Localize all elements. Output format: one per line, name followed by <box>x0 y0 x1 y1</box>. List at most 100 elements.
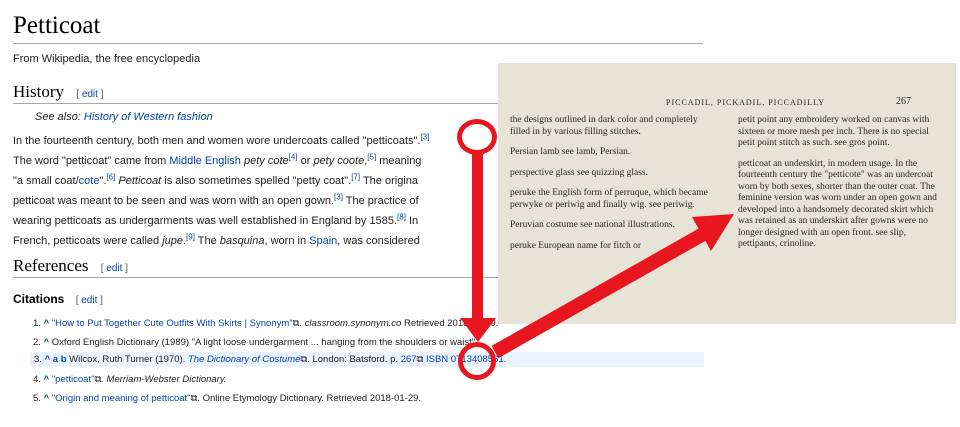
text: . London: Batsford. p. <box>307 354 401 365</box>
text: "a small coat/ <box>13 175 79 187</box>
book-text: petticoat an underskirt, in modern usage… <box>738 158 937 250</box>
cote-link[interactable]: cote <box>79 175 100 187</box>
text: wearing petticoats as undergarments was … <box>13 215 398 227</box>
citation-link[interactable]: The Dictionary of Costume <box>188 354 300 365</box>
references-heading: References [ edit ] <box>13 256 128 276</box>
book-text: peruke European name for fitch or <box>510 240 642 251</box>
text: pety cote <box>240 155 289 167</box>
text: 1. <box>33 318 41 329</box>
external-link-icon: ⧉ <box>416 354 424 365</box>
citation-link[interactable]: "petticoat" <box>52 374 95 385</box>
text: The word "petticoat" came from <box>13 155 170 167</box>
see-also-prefix: See also: <box>35 111 84 123</box>
history-line-1: In the fourteenth century, both men and … <box>13 131 429 151</box>
backlink[interactable]: ^ <box>44 318 50 329</box>
text: 2. <box>33 337 41 348</box>
history-edit: [ edit ] <box>76 89 104 100</box>
book-left-column: the designs outlined in dark color and c… <box>510 115 716 261</box>
book-text: Peruvian costume see national illustrati… <box>510 220 675 230</box>
text: meaning <box>376 155 422 167</box>
text: 4. <box>33 374 41 385</box>
book-text: Persian lamb see lamb, Persian. <box>510 147 631 157</box>
arrow-down-shaft <box>472 153 483 323</box>
cite-ref-4[interactable]: [4] <box>289 152 298 161</box>
history-line-3: "a small coat/cote".[6] Petticoat is als… <box>13 171 418 191</box>
cite-ref-8[interactable]: [8] <box>397 212 406 221</box>
citations-edit: [ edit ] <box>75 295 103 306</box>
book-text: the designs outlined in dark color and c… <box>510 115 698 137</box>
text: is also sometimes spelled "petty coat". <box>161 175 352 187</box>
text: jupe <box>162 235 183 247</box>
text: The practice of <box>342 195 419 207</box>
history-edit-link[interactable]: edit <box>82 89 98 100</box>
cite-ref-7[interactable]: [7] <box>351 172 360 181</box>
text: French, petticoats were called <box>13 235 163 247</box>
cite-ref-9[interactable]: [9] <box>186 232 195 241</box>
text: basquina <box>219 235 265 247</box>
text: or <box>297 155 314 167</box>
backlink[interactable]: ^ <box>44 393 50 404</box>
book-running-header: PICCADIL, PICKADIL, PICCADILLY <box>666 98 825 107</box>
text: 5. <box>33 393 41 404</box>
history-line-4: petticoat was meant to be seen and was w… <box>13 191 419 211</box>
text: In the fourteenth century, both men and … <box>13 135 421 147</box>
text: The <box>194 235 220 247</box>
text: In <box>405 215 419 227</box>
citations-edit-link[interactable]: edit <box>81 295 97 306</box>
text: pety coote <box>313 155 365 167</box>
text: petticoat was meant to be seen and was w… <box>13 195 335 207</box>
backlinks[interactable]: ^ a b <box>45 354 67 365</box>
citation-link[interactable]: "How to Put Together Cute Outfits With S… <box>52 318 293 329</box>
highlight-circle-page <box>458 342 496 380</box>
history-heading-text: History <box>13 82 64 101</box>
text: , worn in <box>264 235 310 247</box>
book-page-photo: PICCADIL, PICKADIL, PICCADILLY 267 the d… <box>498 63 956 324</box>
text: . <box>503 354 507 365</box>
see-also-note: See also: History of Western fashion <box>35 111 213 123</box>
citation-1: 1. ^ "How to Put Together Cute Outfits W… <box>33 318 499 329</box>
arrow-down-head <box>460 318 496 342</box>
history-line-6: French, petticoats were called jupe.[9] … <box>13 231 420 251</box>
book-text: perspective glass see quizzing glass. <box>510 167 648 178</box>
text: Petticoat <box>115 175 162 187</box>
text: Oxford English Dictionary (1989) "A ligh… <box>51 337 476 348</box>
middle-english-link[interactable]: Middle English <box>169 155 241 167</box>
spain-link[interactable]: Spain <box>309 235 337 247</box>
citation-3: 3. ^ a b Wilcox, Ruth Turner (1970). The… <box>30 352 704 367</box>
references-heading-text: References <box>13 256 89 275</box>
page-link[interactable]: 267 <box>401 354 417 365</box>
history-heading: History [ edit ] <box>13 82 104 102</box>
citation-5: 5. ^ "Origin and meaning of petticoat"⧉.… <box>33 393 421 404</box>
text: . Merriam-Webster Dictionary. <box>101 374 227 385</box>
backlink[interactable]: ^ <box>44 374 50 385</box>
text: , was considered <box>337 235 420 247</box>
references-edit: [ edit ] <box>100 263 129 274</box>
backlink[interactable]: ^ <box>44 337 50 348</box>
citations-heading-text: Citations <box>13 292 65 306</box>
history-line-2: The word "petticoat" came from Middle En… <box>13 151 421 171</box>
isbn-link[interactable]: ISBN <box>426 354 448 365</box>
cite-ref-5[interactable]: [5] <box>367 152 376 161</box>
text: . classroom.synonym.co <box>299 318 402 329</box>
citation-4: 4. ^ "petticoat"⧉. Merriam-Webster Dicti… <box>33 374 227 385</box>
history-line-5: wearing petticoats as undergarments was … <box>13 211 418 231</box>
text: Wilcox, Ruth Turner (1970). <box>69 354 188 365</box>
cite-ref-6[interactable]: [6] <box>106 172 115 181</box>
cite-ref-3b[interactable]: [3] <box>334 192 343 201</box>
text: 3. <box>34 354 42 365</box>
text: . Online Etymology Dictionary. Retrieved… <box>197 393 422 404</box>
book-right-column: petit point any embroidery worked on can… <box>738 115 946 260</box>
book-page-number: 267 <box>896 96 911 107</box>
page-tagline: From Wikipedia, the free encyclopedia <box>13 53 201 65</box>
title-divider <box>13 43 703 44</box>
references-edit-link[interactable]: edit <box>106 263 122 274</box>
citations-heading: Citations [ edit ] <box>13 292 103 306</box>
cite-ref-3[interactable]: [3] <box>421 132 430 141</box>
book-text: peruke the English form of perruque, whi… <box>510 188 708 210</box>
book-text: petit point any embroidery worked on can… <box>738 115 930 148</box>
citation-link[interactable]: "Origin and meaning of petticoat" <box>52 393 191 404</box>
citation-2: 2. ^ Oxford English Dictionary (1989) "A… <box>33 337 475 348</box>
page-title: Petticoat <box>13 12 101 39</box>
highlight-circle-ref <box>457 119 497 155</box>
see-also-link[interactable]: History of Western fashion <box>84 111 213 123</box>
